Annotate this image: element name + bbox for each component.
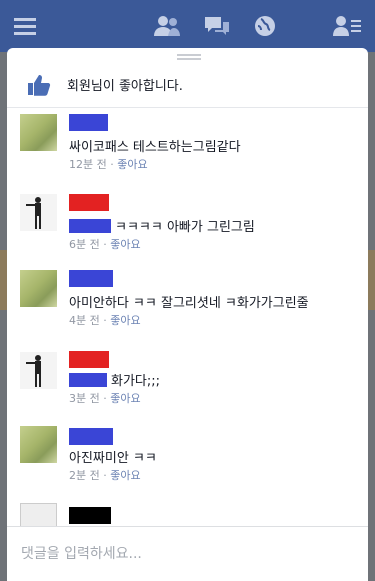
background-image-edge xyxy=(0,250,7,310)
comment-text: 싸이코패스 테스트하는그림같다 xyxy=(69,140,241,155)
comment-time: 6분 전 xyxy=(69,238,100,251)
redacted-mention xyxy=(69,373,107,387)
comment-meta: 6분 전 · 좋아요 xyxy=(69,238,141,251)
person-silhouette-icon xyxy=(26,355,41,387)
commenter-name-redacted[interactable] xyxy=(69,194,109,211)
comment-time: 2분 전 xyxy=(69,469,100,482)
drag-handle[interactable] xyxy=(177,54,201,60)
comment-time: 3분 전 xyxy=(69,392,100,405)
comment-composer xyxy=(7,526,368,581)
commenter-name-redacted[interactable] xyxy=(69,507,111,524)
comment-item: 싸이코패스 테스트하는그림같다 12분 전 · 좋아요 xyxy=(7,110,368,185)
likes-text: 회원님이 좋아합니다. xyxy=(67,79,183,94)
comment-meta: 12분 전 · 좋아요 xyxy=(69,158,148,171)
like-button[interactable]: 좋아요 xyxy=(110,238,140,251)
comment-text: 아미안하다 ㅋㅋ 잘그리셧네 ㅋ화가가그린줄 xyxy=(69,296,309,311)
comment-item: 아미안하다 ㅋㅋ 잘그리셧네 ㅋ화가가그린줄 4분 전 · 좋아요 xyxy=(7,266,368,346)
redacted-mention xyxy=(69,219,111,233)
like-button[interactable]: 좋아요 xyxy=(110,469,140,482)
top-nav-center xyxy=(153,14,277,38)
comment-meta: 4분 전 · 좋아요 xyxy=(69,314,141,327)
avatar[interactable] xyxy=(20,352,57,389)
commenter-name-redacted[interactable] xyxy=(69,270,113,287)
likes-row[interactable]: 회원님이 좋아합니다. xyxy=(7,62,368,108)
messages-icon[interactable] xyxy=(203,14,231,38)
comment-item xyxy=(7,500,368,526)
comment-text-content: ㅋㅋㅋㅋ 아빠가 그린그림 xyxy=(115,220,255,235)
comment-item: ㅋㅋㅋㅋ 아빠가 그린그림 6분 전 · 좋아요 xyxy=(7,188,368,268)
background-image-edge xyxy=(368,250,375,310)
comments-sheet: 회원님이 좋아합니다. 싸이코패스 테스트하는그림같다 12분 전 · 좋아요 … xyxy=(7,48,368,581)
comment-item: 아진짜미안 ㅋㅋ 2분 전 · 좋아요 xyxy=(7,424,368,500)
friends-icon[interactable] xyxy=(153,14,181,38)
comment-text: 아진짜미안 ㅋㅋ xyxy=(69,451,157,466)
avatar[interactable] xyxy=(20,503,57,526)
comment-item: 화가다;;; 3분 전 · 좋아요 xyxy=(7,348,368,426)
avatar[interactable] xyxy=(20,270,57,307)
avatar[interactable] xyxy=(20,426,57,463)
globe-icon[interactable] xyxy=(253,14,277,38)
comment-time: 12분 전 xyxy=(69,158,107,171)
commenter-name-redacted[interactable] xyxy=(69,428,113,445)
like-button[interactable]: 좋아요 xyxy=(110,314,140,327)
menu-icon[interactable] xyxy=(14,17,36,35)
commenter-name-redacted[interactable] xyxy=(69,114,108,131)
person-silhouette-icon xyxy=(26,197,41,229)
comment-meta: 3분 전 · 좋아요 xyxy=(69,392,141,405)
comment-text: ㅋㅋㅋㅋ 아빠가 그린그림 xyxy=(69,216,255,235)
avatar[interactable] xyxy=(20,114,57,151)
like-button[interactable]: 좋아요 xyxy=(110,392,140,405)
avatar[interactable] xyxy=(20,194,57,231)
comment-time: 4분 전 xyxy=(69,314,100,327)
comment-text: 화가다;;; xyxy=(69,370,160,389)
top-navigation-bar xyxy=(0,0,375,52)
comment-input[interactable] xyxy=(21,546,341,562)
thumbs-up-icon xyxy=(27,73,51,97)
commenter-name-redacted[interactable] xyxy=(69,351,109,368)
contacts-icon[interactable] xyxy=(333,15,361,37)
comment-text-content: 화가다;;; xyxy=(111,374,161,389)
like-button[interactable]: 좋아요 xyxy=(117,158,147,171)
comment-meta: 2분 전 · 좋아요 xyxy=(69,469,141,482)
